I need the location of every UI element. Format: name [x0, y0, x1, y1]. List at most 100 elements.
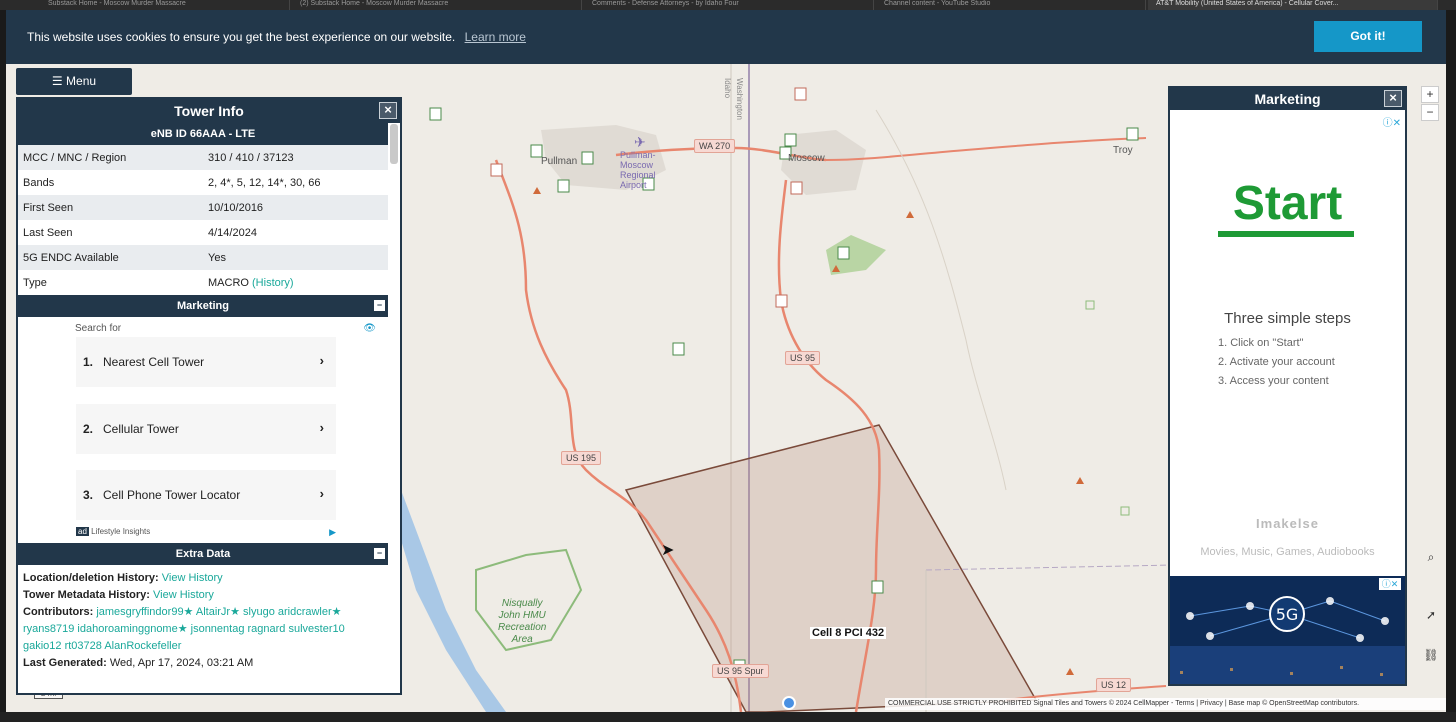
- tower-icon[interactable]: [790, 181, 803, 195]
- marketing-panel: Marketing × ⓘ✕ Start Three simple steps …: [1168, 86, 1407, 686]
- map-attribution: COMMERCIAL USE STRICTLY PROHIBITED Signa…: [885, 698, 1446, 710]
- cell-sector[interactable]: [624, 424, 1038, 712]
- contributors-link[interactable]: jamesgryffindor99★ AltairJr★ slyugo arid…: [96, 606, 341, 618]
- extra-line: Tower Metadata History: View History: [23, 587, 395, 604]
- cursor-icon: ➤: [661, 542, 675, 559]
- search-icon[interactable]: ⌕: [1422, 550, 1440, 567]
- extra-data-heading: Extra Data −: [18, 543, 388, 565]
- generated-value: Wed, Apr 17, 2024, 03:21 AM: [109, 657, 254, 669]
- tower-info-header: Tower Info ×: [18, 99, 400, 123]
- chevron-right-icon: ›: [319, 420, 324, 435]
- info-row: Last Seen 4/14/2024: [18, 220, 388, 245]
- road-shield: US 95: [785, 351, 821, 365]
- menu-button[interactable]: ☰ Menu: [16, 68, 132, 95]
- cookie-message: This website uses cookies to ensure you …: [27, 30, 526, 44]
- browser-tab[interactable]: Comments - Defense Attorneys - by Idaho …: [584, 0, 874, 10]
- cookie-banner: This website uses cookies to ensure you …: [6, 10, 1446, 64]
- play-icon[interactable]: ▶: [329, 527, 336, 538]
- airport-label-line: Airport: [620, 180, 647, 190]
- info-row: Bands 2, 4*, 5, 12, 14*, 30, 66: [18, 170, 388, 195]
- ad-link-item[interactable]: 2. Cellular Tower ›: [76, 404, 336, 454]
- county-line: [925, 564, 1175, 571]
- start-underline: [1218, 231, 1354, 237]
- tower-icon[interactable]: [794, 87, 807, 101]
- view-history-link[interactable]: View History: [162, 572, 223, 584]
- road-shield: WA 270: [694, 139, 736, 153]
- info-key: 5G ENDC Available: [23, 252, 119, 264]
- info-row: Type MACRO (History): [18, 270, 388, 295]
- ad-link-item[interactable]: 3. Cell Phone Tower Locator ›: [76, 470, 336, 520]
- tower-icon[interactable]: [837, 246, 850, 260]
- steps-title: Three simple steps: [1224, 310, 1351, 327]
- adchoices-icon[interactable]: ⓘ✕: [1383, 114, 1401, 129]
- info-key: Type: [23, 277, 47, 289]
- state-label: Idaho: [723, 78, 732, 99]
- tower-icon[interactable]: [1126, 127, 1139, 141]
- close-icon[interactable]: ×: [1384, 90, 1402, 107]
- tower-icon[interactable]: [429, 107, 442, 121]
- adchoices-icon[interactable]: ⓘ✕: [1379, 578, 1401, 590]
- info-key: First Seen: [23, 202, 74, 214]
- locate-icon[interactable]: ➚: [1422, 608, 1440, 625]
- ad-link-item[interactable]: 1. Nearest Cell Tower ›: [76, 337, 336, 387]
- road-east: [825, 137, 1147, 161]
- chevron-right-icon: ›: [319, 486, 324, 501]
- recreation-label: Nisqually John HMU Recreation Area: [498, 598, 546, 646]
- close-icon[interactable]: ×: [379, 102, 397, 119]
- link-icon[interactable]: ⛓: [1422, 648, 1440, 665]
- contributors-link[interactable]: gakio12 rt03728 AlanRockefeller: [23, 638, 395, 655]
- info-row: 5G ENDC Available Yes: [18, 245, 388, 270]
- airport-icon: ✈: [634, 135, 646, 151]
- history-link[interactable]: (History): [252, 277, 294, 289]
- extra-line: Location/deletion History: View History: [23, 570, 395, 587]
- panel-title: Marketing: [1254, 91, 1321, 107]
- ad-item-number: 1.: [83, 355, 94, 369]
- adchoices-icon[interactable]: 👁: [363, 323, 376, 334]
- zoom-out-button[interactable]: −: [1421, 104, 1439, 121]
- tower-icon[interactable]: [871, 580, 884, 594]
- step-item: 1. Click on "Start": [1218, 337, 1304, 349]
- view-history-link[interactable]: View History: [153, 589, 214, 601]
- tower-icon[interactable]: [581, 151, 594, 165]
- ad-image-5g[interactable]: 5G ⓘ✕: [1170, 576, 1405, 684]
- type-value: MACRO: [208, 277, 249, 289]
- tower-icon[interactable]: [557, 179, 570, 193]
- ad-block: Search for 👁 1. Nearest Cell Tower › 2. …: [18, 317, 388, 543]
- ad-footer: ad Lifestyle Insights: [76, 527, 150, 536]
- browser-tab[interactable]: Channel content - YouTube Studio: [876, 0, 1146, 10]
- tower-icon[interactable]: [775, 294, 788, 308]
- info-row: First Seen 10/10/2016: [18, 195, 388, 220]
- collapse-button[interactable]: −: [374, 548, 385, 559]
- place-label: Pullman: [541, 156, 578, 167]
- tower-icon[interactable]: [672, 342, 685, 356]
- 5g-label: 5G: [1276, 605, 1299, 624]
- recreation-label-line: John HMU: [498, 610, 546, 621]
- ad-item-label: Cellular Tower: [103, 422, 179, 436]
- browser-tab[interactable]: (2) Substack Home - Moscow Murder Massac…: [292, 0, 582, 10]
- recreation-label-line: Nisqually: [501, 598, 543, 609]
- network-graphic: 5G: [1170, 596, 1405, 684]
- enb-heading: eNB ID 66AAA - LTE: [18, 123, 388, 145]
- panel-scrollbar[interactable]: [390, 124, 398, 164]
- tower-info-panel: Tower Info × eNB ID 66AAA - LTE MCC / MN…: [16, 97, 402, 695]
- cell-label: Cell 8 PCI 432: [810, 627, 887, 639]
- zoom-in-button[interactable]: +: [1421, 86, 1439, 103]
- got-it-button[interactable]: Got it!: [1314, 21, 1422, 52]
- road-shield: US 195: [561, 451, 602, 465]
- info-value: MACRO (History): [208, 277, 294, 289]
- state-label: Washington: [735, 78, 744, 120]
- browser-tab[interactable]: Substack Home - Moscow Murder Massacre: [40, 0, 290, 10]
- menu-label: Menu: [66, 74, 97, 88]
- ad-brand-logo: Imakelse: [1256, 516, 1319, 531]
- collapse-button[interactable]: −: [374, 300, 385, 311]
- learn-more-link[interactable]: Learn more: [465, 30, 526, 44]
- browser-tab-strip: Substack Home - Moscow Murder Massacre (…: [0, 0, 1456, 10]
- extra-label: Last Generated:: [23, 657, 107, 669]
- start-button[interactable]: Start: [1170, 176, 1405, 231]
- extra-label: Tower Metadata History:: [23, 589, 150, 601]
- tower-icon[interactable]: [784, 133, 797, 147]
- ad-item-label: Nearest Cell Tower: [103, 355, 205, 369]
- tower-icon[interactable]: [490, 163, 503, 177]
- browser-tab-active[interactable]: AT&T Mobility (United States of America)…: [1148, 0, 1438, 10]
- contributors-link[interactable]: ryans8719 idahoroaminggnome★ jsonnentag …: [23, 621, 395, 638]
